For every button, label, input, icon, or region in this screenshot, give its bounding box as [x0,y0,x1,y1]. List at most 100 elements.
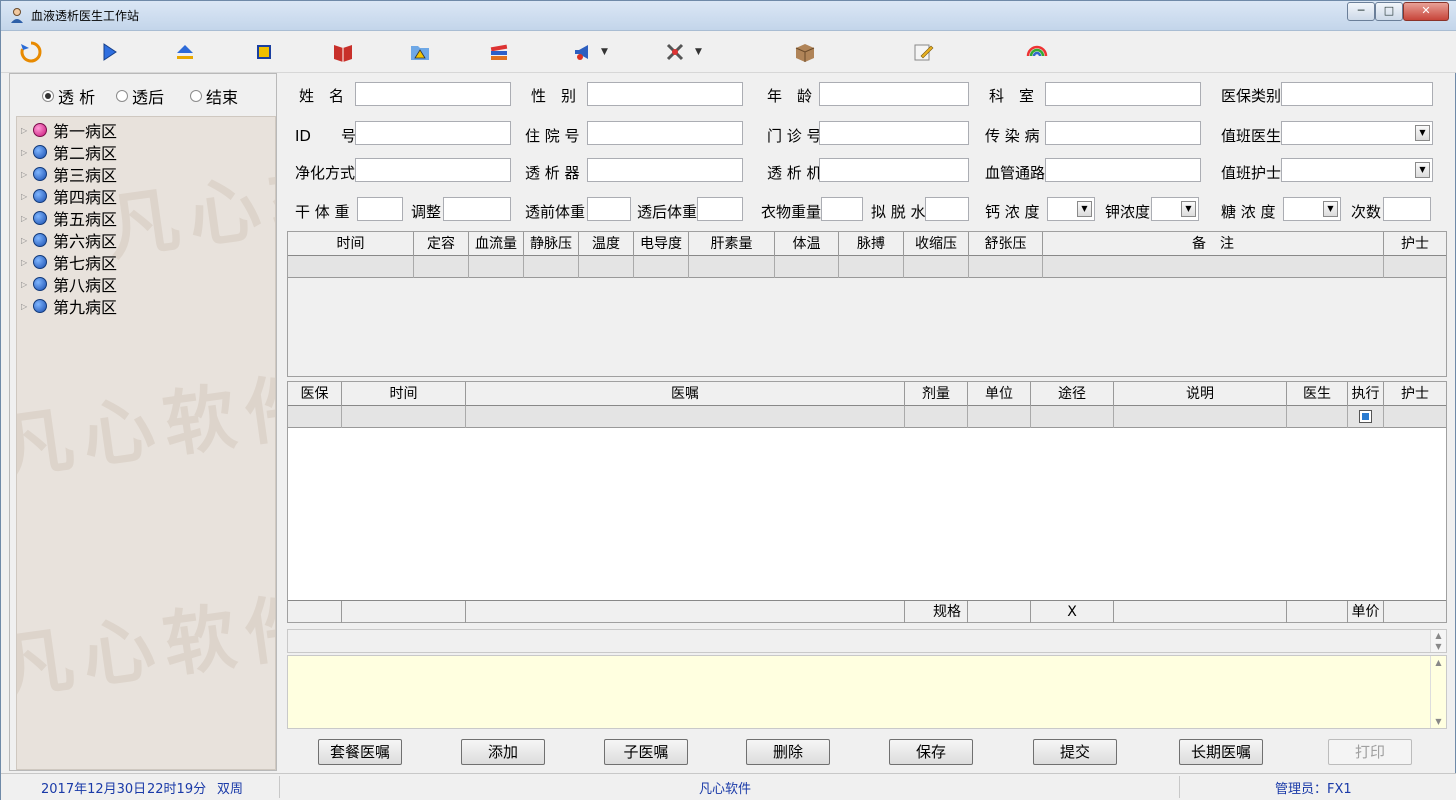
expand-icon[interactable]: ▷ [21,148,33,157]
grid-cell[interactable] [342,406,466,428]
col-temperature[interactable]: 温度 [579,232,634,256]
ward-tree[interactable]: 凡心软件 凡心软件 凡心软件 ▷ 第一病区 ▷ 第二病区 ▷ 第三病区 ▷ 第四病区 ▷… [16,116,276,770]
tree-item-ward-3[interactable]: ▷ 第三病区 [21,163,117,185]
expand-icon[interactable]: ▷ [21,258,33,267]
col-dose[interactable]: 剂量 [905,382,968,406]
times-field[interactable] [1383,197,1431,221]
col-pulse[interactable]: 脉搏 [839,232,904,256]
col-execute[interactable]: 执行 [1348,382,1384,406]
id-field[interactable] [355,121,511,145]
grid-cell[interactable] [969,256,1043,278]
books-icon[interactable] [483,37,515,67]
table-row[interactable] [288,406,1446,428]
col-remarks[interactable]: 备 注 [1043,232,1384,256]
col-systolic[interactable]: 收缩压 [904,232,969,256]
grid-cell[interactable] [1348,406,1384,428]
col-heparin[interactable]: 肝素量 [689,232,775,256]
maximize-button[interactable]: □ [1375,2,1403,21]
grid-cell[interactable] [288,256,414,278]
refresh-icon[interactable] [15,37,47,67]
col-body-temp[interactable]: 体温 [775,232,839,256]
col-order[interactable]: 医嘱 [466,382,905,406]
note-pencil-icon[interactable] [907,37,939,67]
long-term-order-button[interactable]: 长期医嘱 [1179,739,1263,765]
play-icon[interactable] [93,37,125,67]
rainbow-icon[interactable] [1021,37,1053,67]
radio-dialysis[interactable]: 透 析 [42,84,95,108]
grid-cell[interactable] [904,256,969,278]
grid-cell[interactable] [1384,256,1446,278]
dept-field[interactable] [1045,82,1201,106]
expand-icon[interactable]: ▷ [21,280,33,289]
post-weight-field[interactable] [697,197,743,221]
ultrafiltration-field[interactable] [925,197,969,221]
grid-cell[interactable] [839,256,904,278]
calcium-select[interactable]: ▼ [1047,197,1095,221]
grid-cell[interactable] [469,256,524,278]
age-field[interactable] [819,82,969,106]
tree-item-ward-7[interactable]: ▷ 第七病区 [21,251,117,273]
medical-order-grid[interactable]: 医保 时间 医嘱 剂量 单位 途径 说明 医生 执行 护士 规格 X 单价 [287,381,1447,623]
col-time[interactable]: 时间 [288,232,414,256]
col-diastolic[interactable]: 舒张压 [969,232,1043,256]
col-time[interactable]: 时间 [342,382,466,406]
radio-post-dialysis[interactable]: 透后 [116,84,164,108]
dialysis-record-grid[interactable]: 时间 定容 血流量 静脉压 温度 电导度 肝素量 体温 脉搏 收缩压 舒张压 备… [287,231,1447,377]
grid-cell[interactable] [968,406,1031,428]
potassium-select[interactable]: ▼ [1151,197,1199,221]
stop-icon[interactable] [248,37,280,67]
col-nurse[interactable]: 护士 [1384,232,1446,256]
inpatient-field[interactable] [587,121,743,145]
clothes-field[interactable] [821,197,863,221]
col-unit[interactable]: 单位 [968,382,1031,406]
pre-weight-field[interactable] [587,197,631,221]
memo-line-field[interactable]: ▲ ▼ [287,629,1447,653]
col-description[interactable]: 说明 [1114,382,1287,406]
grid-cell[interactable] [1043,256,1384,278]
sub-order-button[interactable]: 子医嘱 [604,739,688,765]
execute-checkbox[interactable] [1359,410,1372,423]
outpatient-field[interactable] [819,121,969,145]
tools-icon[interactable] [659,37,691,67]
grid-cell[interactable] [524,256,579,278]
gender-field[interactable] [587,82,743,106]
doctor-select[interactable]: ▼ [1281,121,1433,145]
table-row[interactable] [288,256,1446,278]
tree-item-ward-6[interactable]: ▷ 第六病区 [21,229,117,251]
col-nurse[interactable]: 护士 [1384,382,1446,406]
folder-warning-icon[interactable] [404,37,436,67]
minimize-button[interactable]: ─ [1347,2,1375,21]
save-button[interactable]: 保存 [889,739,973,765]
tools-dropdown-arrow[interactable]: ▼ [695,47,702,57]
nurse-select[interactable]: ▼ [1281,158,1433,182]
tree-item-ward-2[interactable]: ▷ 第二病区 [21,141,117,163]
submit-button[interactable]: 提交 [1033,739,1117,765]
grid-cell[interactable] [466,406,905,428]
grid-cell[interactable] [1114,406,1287,428]
adjust-field[interactable] [443,197,511,221]
chevron-down-icon[interactable]: ▼ [1077,201,1092,217]
grid-cell[interactable] [288,406,342,428]
grid-cell[interactable] [414,256,469,278]
memo-text-area[interactable]: ▲ ▼ [287,655,1447,729]
package-order-button[interactable]: 套餐医嘱 [318,739,402,765]
scroll-up-icon[interactable]: ▲ [1431,658,1446,667]
expand-icon[interactable]: ▷ [21,302,33,311]
chevron-down-icon[interactable]: ▼ [1415,125,1430,141]
expand-icon[interactable]: ▷ [21,192,33,201]
tree-item-ward-8[interactable]: ▷ 第八病区 [21,273,117,295]
expand-icon[interactable]: ▷ [21,214,33,223]
col-doctor[interactable]: 医生 [1287,382,1348,406]
scroll-down-icon[interactable]: ▼ [1431,717,1446,726]
tree-item-ward-9[interactable]: ▷ 第九病区 [21,295,117,317]
purify-field[interactable] [355,158,511,182]
dialyzer-field[interactable] [587,158,743,182]
close-button[interactable]: ✕ [1403,2,1449,21]
dry-weight-field[interactable] [357,197,403,221]
name-field[interactable] [355,82,511,106]
scrollbar[interactable]: ▲ ▼ [1430,656,1446,728]
col-conductivity[interactable]: 电导度 [634,232,689,256]
grid-cell[interactable] [634,256,689,278]
tree-item-ward-1[interactable]: ▷ 第一病区 [21,119,117,141]
col-blood-flow[interactable]: 血流量 [469,232,524,256]
